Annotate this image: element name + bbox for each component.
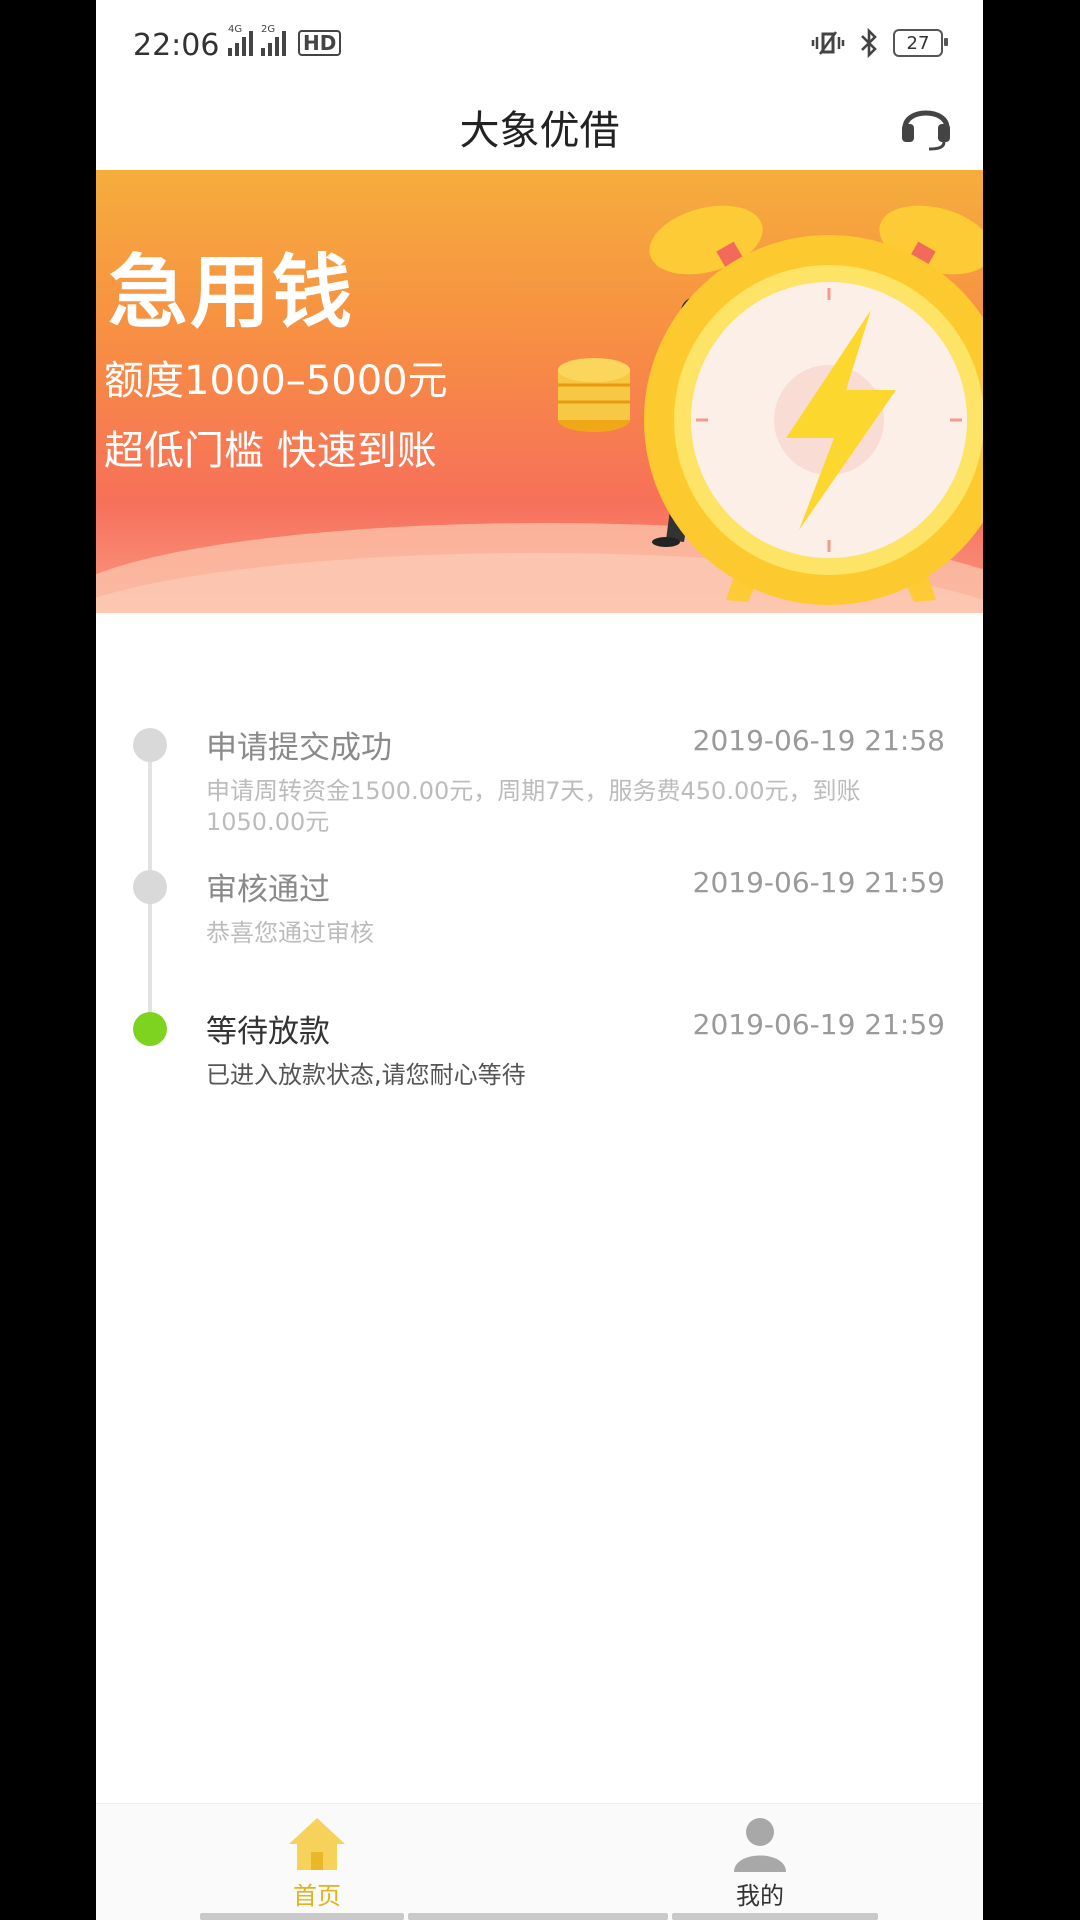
status-bar: 22:06 4G 2G HD 27 — [96, 0, 983, 88]
banner-tagline: 超低门槛 快速到账 — [104, 428, 437, 474]
step-title: 申请提交成功 — [206, 730, 392, 766]
nav-home[interactable]: 首页 — [217, 1814, 417, 1911]
step-dot-icon — [133, 728, 167, 762]
signal-2g-icon: 2G — [261, 24, 288, 56]
step-title: 等待放款 — [206, 1014, 330, 1050]
headset-icon[interactable] — [897, 94, 955, 152]
step-description: 申请周转资金1500.00元，周期7天，服务费450.00元，到账1050.00… — [206, 777, 861, 836]
nav-home-label: 首页 — [293, 1882, 341, 1910]
home-icon — [289, 1818, 345, 1870]
status-time: 22:06 — [133, 28, 220, 63]
nav-mine-label: 我的 — [736, 1882, 784, 1910]
step-dot-active-icon — [133, 1012, 167, 1046]
app-screen: 22:06 4G 2G HD 27 大象优借 急用钱 额度1000–5000元 … — [96, 0, 983, 1920]
battery-icon: 27 — [893, 29, 948, 57]
step-time: 2019-06-19 21:59 — [692, 866, 945, 899]
gesture-bar — [408, 1913, 668, 1920]
vibrate-icon — [811, 31, 845, 55]
status-right: 27 — [811, 28, 948, 58]
gesture-bar — [200, 1913, 404, 1920]
banner-title: 急用钱 — [108, 246, 354, 339]
signal-4g-icon: 4G — [228, 24, 255, 56]
nav-mine[interactable]: 我的 — [660, 1814, 860, 1911]
step-description: 已进入放款状态,请您耐心等待 — [206, 1061, 526, 1089]
step-dot-icon — [133, 870, 167, 904]
promo-banner[interactable]: 急用钱 额度1000–5000元 超低门槛 快速到账 — [96, 170, 983, 613]
banner-illustration — [558, 205, 983, 605]
signal-indicators: 4G 2G HD — [228, 24, 342, 56]
page-title: 大象优借 — [459, 108, 620, 154]
step-description: 恭喜您通过审核 — [206, 919, 374, 947]
app-header: 大象优借 — [96, 88, 983, 170]
step-time: 2019-06-19 21:58 — [692, 724, 945, 757]
step-time: 2019-06-19 21:59 — [692, 1008, 945, 1041]
step-title: 审核通过 — [206, 872, 330, 908]
gesture-bar — [672, 1913, 878, 1920]
banner-subtitle: 额度1000–5000元 — [104, 358, 448, 404]
bottom-navigation: 首页 我的 — [96, 1803, 983, 1920]
hd-badge: HD — [298, 30, 342, 56]
bluetooth-icon — [861, 28, 877, 58]
user-icon — [734, 1818, 786, 1872]
